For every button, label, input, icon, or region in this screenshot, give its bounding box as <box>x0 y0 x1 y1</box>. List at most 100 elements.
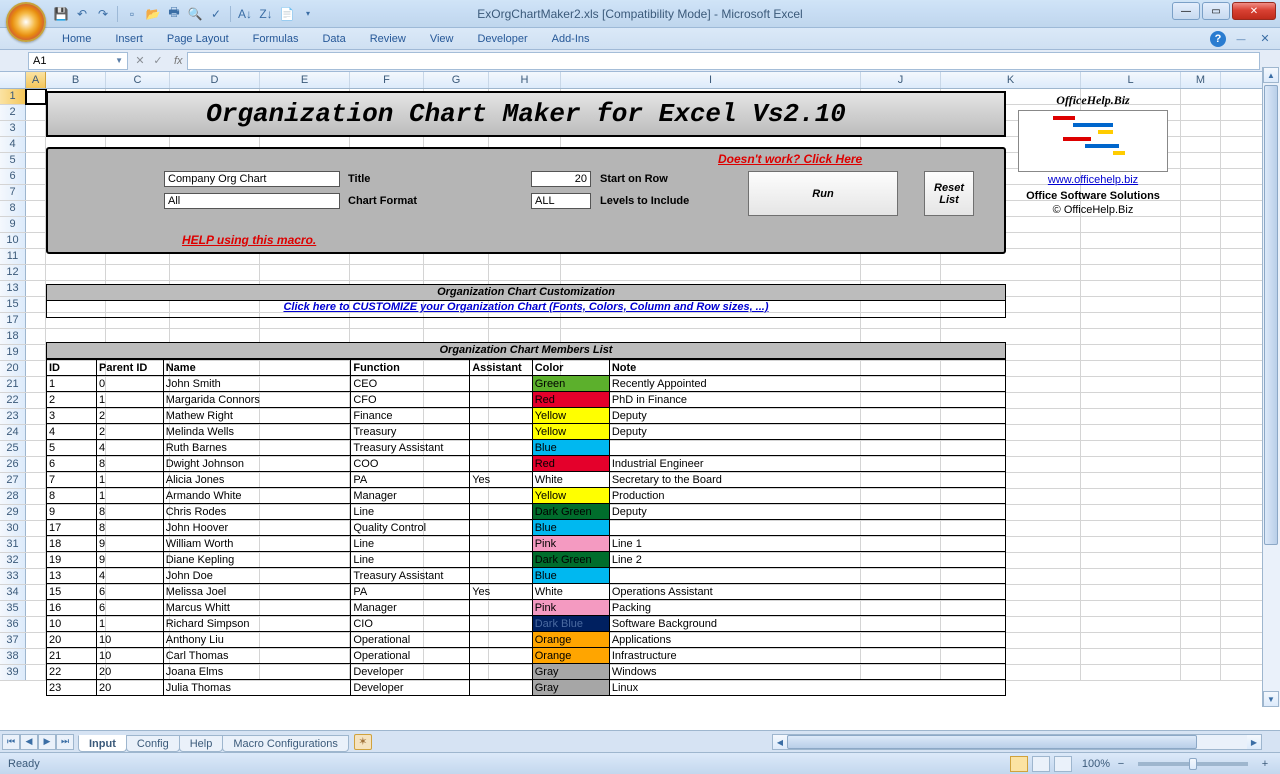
table-row[interactable]: 10John SmithCEOGreenRecently Appointed <box>47 376 1006 392</box>
zoom-slider[interactable] <box>1138 762 1248 766</box>
row-header-32[interactable]: 32 <box>0 553 26 568</box>
vertical-scrollbar[interactable]: ▲ ▼ <box>1262 67 1280 707</box>
col-header-I[interactable]: I <box>561 72 861 88</box>
hscroll-thumb[interactable] <box>787 735 1197 749</box>
sheet-tab-macro-configurations[interactable]: Macro Configurations <box>222 735 349 752</box>
zoom-level[interactable]: 100% <box>1082 758 1110 770</box>
row-header-30[interactable]: 30 <box>0 521 26 536</box>
col-color[interactable]: Color <box>532 360 609 376</box>
doc-close-icon[interactable]: ✕ <box>1256 30 1274 48</box>
col-assistant[interactable]: Assistant <box>470 360 533 376</box>
col-header-G[interactable]: G <box>424 72 489 88</box>
row-header-11[interactable]: 11 <box>0 249 26 264</box>
col-id[interactable]: ID <box>47 360 97 376</box>
row-header-7[interactable]: 7 <box>0 185 26 200</box>
page-layout-view-icon[interactable] <box>1032 756 1050 772</box>
ribbon-tab-view[interactable]: View <box>418 30 466 48</box>
col-header-L[interactable]: L <box>1081 72 1181 88</box>
name-box-dropdown-icon[interactable]: ▼ <box>115 56 123 65</box>
row-header-33[interactable]: 33 <box>0 569 26 584</box>
new-icon[interactable]: ▫ <box>123 5 141 23</box>
row-header-21[interactable]: 21 <box>0 377 26 392</box>
table-row[interactable]: 54Ruth BarnesTreasury AssistantBlue <box>47 440 1006 456</box>
ribbon-min-icon[interactable]: — <box>1232 30 1250 48</box>
row-header-17[interactable]: 17 <box>0 313 26 328</box>
help-icon[interactable]: ? <box>1210 31 1226 47</box>
row-header-23[interactable]: 23 <box>0 409 26 424</box>
sheet-tab-help[interactable]: Help <box>179 735 224 752</box>
row-header-34[interactable]: 34 <box>0 585 26 600</box>
col-name[interactable]: Name <box>163 360 351 376</box>
col-header-M[interactable]: M <box>1181 72 1221 88</box>
ribbon-tab-data[interactable]: Data <box>310 30 357 48</box>
row-header-39[interactable]: 39 <box>0 665 26 680</box>
ribbon-tab-review[interactable]: Review <box>358 30 418 48</box>
col-note[interactable]: Note <box>609 360 1005 376</box>
open-icon[interactable]: 📂 <box>144 5 162 23</box>
doesnt-work-link[interactable]: Doesn't work? Click Here <box>718 152 862 166</box>
row-header-2[interactable]: 2 <box>0 105 26 120</box>
help-macro-link[interactable]: HELP using this macro. <box>182 233 316 247</box>
fx-label-icon[interactable]: fx <box>174 55 183 67</box>
table-row[interactable]: 32Mathew RightFinanceYellowDeputy <box>47 408 1006 424</box>
row-header-18[interactable]: 18 <box>0 329 26 344</box>
table-row[interactable]: 98Chris RodesLineDark GreenDeputy <box>47 504 1006 520</box>
save-icon[interactable]: 💾 <box>52 5 70 23</box>
col-header-C[interactable]: C <box>106 72 170 88</box>
table-row[interactable]: 21Margarida ConnorsCFORedPhD in Finance <box>47 392 1006 408</box>
row-header-12[interactable]: 12 <box>0 265 26 280</box>
table-row[interactable]: 2010Anthony LiuOperationalOrangeApplicat… <box>47 632 1006 648</box>
col-header-D[interactable]: D <box>170 72 260 88</box>
row-header-24[interactable]: 24 <box>0 425 26 440</box>
minimize-button[interactable]: — <box>1172 2 1200 20</box>
row-header-6[interactable]: 6 <box>0 169 26 184</box>
table-row[interactable]: 81Armando WhiteManagerYellowProduction <box>47 488 1006 504</box>
formula-input[interactable] <box>187 52 1260 70</box>
quick-print-icon[interactable]: 🖶 <box>165 5 183 23</box>
members-table[interactable]: ID Parent ID Name Function Assistant Col… <box>46 359 1006 696</box>
table-row[interactable]: 134John DoeTreasury AssistantBlue <box>47 568 1006 584</box>
zoom-thumb[interactable] <box>1189 758 1197 770</box>
table-row[interactable]: 199Diane KeplingLineDark GreenLine 2 <box>47 552 1006 568</box>
undo-icon[interactable]: ↶ <box>73 5 91 23</box>
ribbon-tab-insert[interactable]: Insert <box>103 30 155 48</box>
col-header-A[interactable]: A <box>26 72 46 88</box>
row-header-1[interactable]: 1 <box>0 89 26 104</box>
table-row[interactable]: 2110Carl ThomasOperationalOrangeInfrastr… <box>47 648 1006 664</box>
office-button[interactable] <box>6 2 46 42</box>
levels-input[interactable]: ALL <box>531 193 591 209</box>
ribbon-tab-developer[interactable]: Developer <box>465 30 539 48</box>
tab-next-icon[interactable]: ▶ <box>38 734 56 750</box>
active-cell[interactable] <box>26 89 46 104</box>
col-header-H[interactable]: H <box>489 72 561 88</box>
row-header-37[interactable]: 37 <box>0 633 26 648</box>
ribbon-tab-add-ins[interactable]: Add-Ins <box>540 30 602 48</box>
col-header-E[interactable]: E <box>260 72 350 88</box>
normal-view-icon[interactable] <box>1010 756 1028 772</box>
row-header-27[interactable]: 27 <box>0 473 26 488</box>
tab-prev-icon[interactable]: ◀ <box>20 734 38 750</box>
row-header-19[interactable]: 19 <box>0 345 26 360</box>
page-break-view-icon[interactable] <box>1054 756 1072 772</box>
ribbon-tab-home[interactable]: Home <box>50 30 103 48</box>
chart-format-input[interactable]: All <box>164 193 340 209</box>
sort-asc-icon[interactable]: A↓ <box>236 5 254 23</box>
start-row-input[interactable]: 20 <box>531 171 591 187</box>
ribbon-tab-page-layout[interactable]: Page Layout <box>155 30 241 48</box>
redo-icon[interactable]: ↷ <box>94 5 112 23</box>
row-header-9[interactable]: 9 <box>0 217 26 232</box>
spelling-icon[interactable]: ✓ <box>207 5 225 23</box>
sheet-tab-input[interactable]: Input <box>78 735 127 752</box>
print-preview-icon[interactable]: 🔍 <box>186 5 204 23</box>
col-header-K[interactable]: K <box>941 72 1081 88</box>
select-all-corner[interactable] <box>0 72 26 88</box>
close-button[interactable]: ✕ <box>1232 2 1276 20</box>
row-header-36[interactable]: 36 <box>0 617 26 632</box>
row-header-29[interactable]: 29 <box>0 505 26 520</box>
row-header-20[interactable]: 20 <box>0 361 26 376</box>
sort-desc-icon[interactable]: Z↓ <box>257 5 275 23</box>
brand-link[interactable]: www.officehelp.biz <box>1048 174 1138 186</box>
row-header-35[interactable]: 35 <box>0 601 26 616</box>
table-row[interactable]: 2220Joana ElmsDeveloperGrayWindows <box>47 664 1006 680</box>
tab-last-icon[interactable]: ⏭ <box>56 734 74 750</box>
